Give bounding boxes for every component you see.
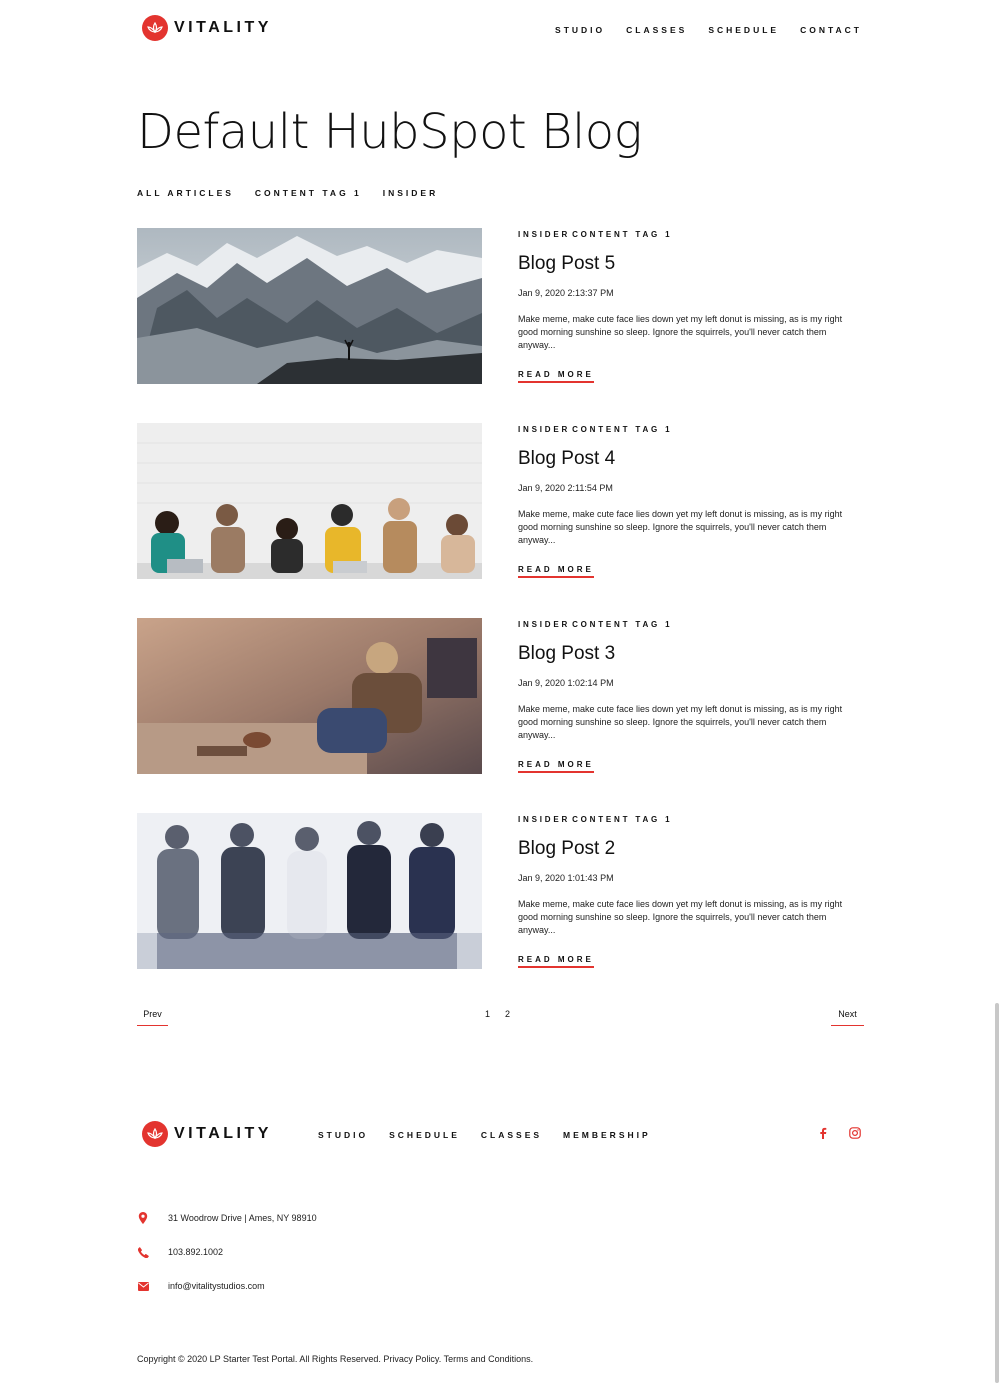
- instagram-icon[interactable]: [849, 1127, 861, 1139]
- footer-brand-name: VITALITY: [174, 1125, 272, 1142]
- post-title[interactable]: Blog Post 2: [518, 838, 864, 860]
- post-image[interactable]: [137, 228, 482, 384]
- nav-classes[interactable]: CLASSES: [626, 25, 687, 35]
- page-link-1[interactable]: 1: [485, 1009, 490, 1019]
- brand-logo[interactable]: VITALITY: [142, 14, 272, 42]
- post-tag[interactable]: INSIDER: [518, 815, 570, 824]
- email-text[interactable]: info@vitalitystudios.com: [168, 1281, 265, 1291]
- filter-insider[interactable]: INSIDER: [383, 188, 438, 198]
- page-numbers: 1 2: [485, 1009, 510, 1019]
- post-date: Jan 9, 2020 1:02:14 PM: [518, 678, 614, 688]
- post-title[interactable]: Blog Post 4: [518, 448, 864, 470]
- lotus-icon: [142, 1121, 168, 1147]
- read-more-link[interactable]: READ MORE: [518, 370, 594, 383]
- nav-schedule[interactable]: SCHEDULE: [708, 25, 779, 35]
- post-title[interactable]: Blog Post 3: [518, 643, 864, 665]
- footer-nav-classes[interactable]: CLASSES: [481, 1130, 542, 1140]
- map-pin-icon: [137, 1212, 149, 1224]
- page-link-2[interactable]: 2: [505, 1009, 510, 1019]
- next-page-link[interactable]: Next: [831, 1009, 864, 1026]
- post-image[interactable]: [137, 813, 482, 969]
- nav-contact[interactable]: CONTACT: [800, 25, 862, 35]
- post-tags: INSIDER CONTENT TAG 1: [518, 620, 864, 629]
- blog-post-card: INSIDER CONTENT TAG 1 Blog Post 5 Jan 9,…: [137, 228, 864, 384]
- post-title[interactable]: Blog Post 5: [518, 253, 864, 275]
- brand-name: VITALITY: [174, 19, 272, 36]
- footer-nav-schedule[interactable]: SCHEDULE: [389, 1130, 460, 1140]
- prev-page-link[interactable]: Prev: [137, 1009, 168, 1026]
- nav-studio[interactable]: STUDIO: [555, 25, 605, 35]
- post-image[interactable]: [137, 423, 482, 579]
- address-text: 31 Woodrow Drive | Ames, NY 98910: [168, 1213, 317, 1223]
- blog-post-card: INSIDER CONTENT TAG 1 Blog Post 2 Jan 9,…: [137, 813, 864, 969]
- post-body: INSIDER CONTENT TAG 1 Blog Post 4 Jan 9,…: [518, 423, 864, 578]
- post-tag[interactable]: CONTENT TAG 1: [572, 815, 672, 824]
- page-scrollbar[interactable]: [995, 1003, 999, 1383]
- site-header: VITALITY STUDIO CLASSES SCHEDULE CONTACT: [137, 14, 864, 44]
- social-links: [817, 1127, 861, 1139]
- post-image[interactable]: [137, 618, 482, 774]
- post-excerpt: Make meme, make cute face lies down yet …: [518, 509, 843, 545]
- lotus-icon: [142, 15, 168, 41]
- read-more-link[interactable]: READ MORE: [518, 565, 594, 578]
- blog-post-card: INSIDER CONTENT TAG 1 Blog Post 4 Jan 9,…: [137, 423, 864, 579]
- read-more-link[interactable]: READ MORE: [518, 760, 594, 773]
- post-excerpt: Make meme, make cute face lies down yet …: [518, 899, 843, 935]
- filter-content-tag-1[interactable]: CONTENT TAG 1: [255, 188, 362, 198]
- post-tag[interactable]: INSIDER: [518, 620, 570, 629]
- post-excerpt: Make meme, make cute face lies down yet …: [518, 704, 843, 740]
- post-body: INSIDER CONTENT TAG 1 Blog Post 3 Jan 9,…: [518, 618, 864, 773]
- post-tag[interactable]: INSIDER: [518, 425, 570, 434]
- post-tags: INSIDER CONTENT TAG 1: [518, 815, 864, 824]
- main-nav: STUDIO CLASSES SCHEDULE CONTACT: [555, 25, 862, 35]
- envelope-icon: [137, 1280, 149, 1292]
- page-title: Default HubSpot Blog: [137, 104, 642, 160]
- footer-nav-studio[interactable]: STUDIO: [318, 1130, 368, 1140]
- phone-text[interactable]: 103.892.1002: [168, 1247, 223, 1257]
- copyright-text: Copyright © 2020 LP Starter Test Portal.…: [137, 1354, 534, 1364]
- post-date: Jan 9, 2020 2:11:54 PM: [518, 483, 613, 493]
- footer-nav: STUDIO SCHEDULE CLASSES MEMBERSHIP: [318, 1130, 651, 1140]
- facebook-icon[interactable]: [817, 1127, 829, 1139]
- blog-post-card: INSIDER CONTENT TAG 1 Blog Post 3 Jan 9,…: [137, 618, 864, 774]
- post-tag[interactable]: CONTENT TAG 1: [572, 230, 672, 239]
- post-tag[interactable]: CONTENT TAG 1: [572, 425, 672, 434]
- post-body: INSIDER CONTENT TAG 1 Blog Post 2 Jan 9,…: [518, 813, 864, 968]
- post-tag[interactable]: CONTENT TAG 1: [572, 620, 672, 629]
- site-footer: VITALITY STUDIO SCHEDULE CLASSES MEMBERS…: [137, 1120, 864, 1148]
- post-date: Jan 9, 2020 1:01:43 PM: [518, 873, 614, 883]
- tag-filters: ALL ARTICLES CONTENT TAG 1 INSIDER: [137, 188, 438, 198]
- phone-icon: [137, 1246, 149, 1258]
- post-tags: INSIDER CONTENT TAG 1: [518, 230, 864, 239]
- footer-nav-membership[interactable]: MEMBERSHIP: [563, 1130, 651, 1140]
- pagination: Prev 1 2 Next: [137, 1009, 864, 1029]
- post-tag[interactable]: INSIDER: [518, 230, 570, 239]
- filter-all-articles[interactable]: ALL ARTICLES: [137, 188, 234, 198]
- read-more-link[interactable]: READ MORE: [518, 955, 594, 968]
- post-excerpt: Make meme, make cute face lies down yet …: [518, 314, 843, 350]
- post-body: INSIDER CONTENT TAG 1 Blog Post 5 Jan 9,…: [518, 228, 864, 383]
- footer-brand-logo[interactable]: VITALITY: [142, 1120, 272, 1148]
- post-tags: INSIDER CONTENT TAG 1: [518, 425, 864, 434]
- contact-address: 31 Woodrow Drive | Ames, NY 98910: [137, 1212, 317, 1224]
- contact-email: info@vitalitystudios.com: [137, 1280, 265, 1292]
- contact-phone: 103.892.1002: [137, 1246, 223, 1258]
- post-date: Jan 9, 2020 2:13:37 PM: [518, 288, 614, 298]
